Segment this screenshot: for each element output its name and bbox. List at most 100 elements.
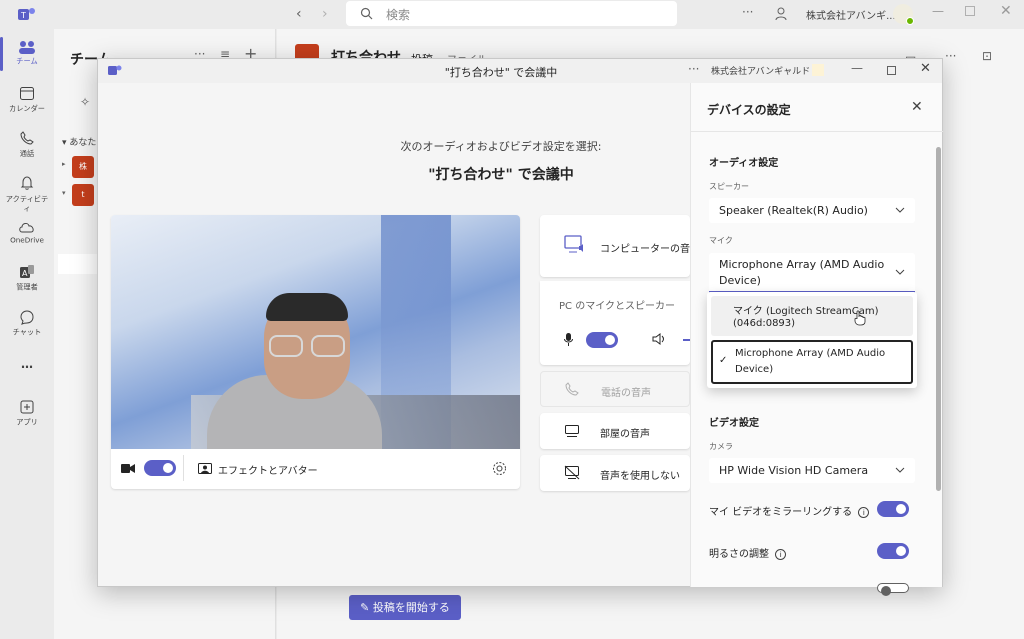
person-settings-icon[interactable] [774,6,790,22]
phone-audio-option[interactable]: 電話の音声 [540,371,690,407]
audio-section-heading: オーディオ設定 [709,158,779,169]
rail-label: アクティビティ [5,195,49,213]
glasses [311,335,345,357]
info-icon[interactable]: i [858,507,870,518]
dialog-more-icon[interactable]: ··· [688,62,699,76]
dialog-close-icon[interactable]: ✕ [920,61,931,76]
mirror-video-toggle[interactable] [877,501,909,517]
speaker-value: Speaker (Realtek(R) Audio) [719,204,868,217]
camera-select[interactable]: HP Wide Vision HD Camera [709,458,915,483]
no-audio-label: 音声を使用しない [600,471,680,482]
speaker-select[interactable]: Speaker (Realtek(R) Audio) [709,198,915,223]
org-name: 株式会社アバンギ... [806,11,896,22]
extra-setting-toggle[interactable] [877,583,909,596]
video-preview-card: エフェクトとアバター [111,215,520,489]
rail-label: OneDrive [10,236,44,245]
forward-arrow-icon[interactable]: › [322,6,328,22]
no-audio-option[interactable]: 音声を使用しない [540,455,690,491]
room-audio-label: 部屋の音声 [600,429,650,440]
info-icon[interactable]: i [775,549,787,560]
pc-mic-speaker-label: PC のマイクとスピーカー [559,301,675,312]
mic-option-line2: Device) [735,364,774,375]
rail-label: アプリ [16,418,38,427]
rail-label: チーム [16,57,38,66]
rail-item-more[interactable]: … [0,357,54,371]
more-icon: … [21,357,33,371]
rail-item-activity[interactable]: アクティビティ [0,175,54,215]
close-window-icon[interactable]: ✕ [1000,3,1012,19]
minimize-icon[interactable]: — [932,4,944,18]
camera-toggle[interactable] [144,460,176,476]
channel-more-icon[interactable]: ··· [945,49,956,63]
apps-icon [20,400,34,414]
svg-text:A: A [22,269,28,278]
mirror-label-text: マイ ビデオをミラーリングする [709,507,853,518]
dialog-minimize-icon[interactable]: — [851,61,863,75]
volume-slider[interactable] [683,339,690,341]
section-label: あなた [69,138,97,148]
brightness-label-text: 明るさの調整 [709,549,769,560]
rail-item-onedrive[interactable]: OneDrive [0,220,54,245]
dialog-org-name: 株式会社アバンギャルド [711,67,811,77]
svg-text:T: T [20,11,26,20]
mic-label: マイク [709,236,733,245]
computer-audio-option[interactable]: コンピューターの音声 [540,215,700,277]
search-input[interactable]: 検索 [346,1,677,26]
avatar[interactable] [893,4,914,25]
divider [691,131,943,132]
panel-scrollbar[interactable] [936,147,941,491]
section-your-teams[interactable]: ▾ あなた [62,135,96,148]
close-panel-icon[interactable]: ✕ [911,99,923,115]
mic-toggle[interactable] [586,332,618,348]
rail-item-chat[interactable]: チャット [0,309,54,338]
side-panel-icon[interactable]: ⊡ [982,49,992,63]
phone-audio-label: 電話の音声 [601,388,651,399]
mic-dropdown-list: マイク (Logitech StreamCam) (046d:0893) ✓ M… [707,292,917,388]
rail-item-apps[interactable]: アプリ [0,399,54,428]
more-options-icon[interactable]: ··· [742,5,753,19]
checkmark-icon: ✓ [719,355,728,366]
search-icon [360,7,373,20]
glasses [269,335,303,357]
cloud-icon [19,223,34,233]
back-arrow-icon[interactable]: ‹ [296,6,302,22]
mic-option[interactable]: マイク (Logitech StreamCam) (046d:0893) [711,296,913,336]
camera-icon [121,464,135,473]
mic-option-selected[interactable]: ✓ Microphone Array (AMD Audio Device) [711,340,913,384]
pc-audio-panel: PC のマイクとスピーカー [540,281,690,365]
hand-cursor-icon [854,310,866,326]
rail-item-calendar[interactable]: カレンダー [0,85,54,114]
bell-icon [20,176,34,190]
rail-item-calls[interactable]: 通話 [0,130,54,159]
dialog-maximize-icon[interactable] [887,66,896,75]
mic-select[interactable]: Microphone Array (AMD Audio Device) [709,253,915,293]
mic-value-line2: Device) [719,274,761,287]
discover-icon[interactable]: ✧ [80,95,90,109]
effects-label[interactable]: エフェクトとアバター [218,462,318,477]
settings-gear-icon[interactable] [492,461,507,476]
device-settings-panel: デバイスの設定 ✕ オーディオ設定 スピーカー Speaker (Realtek… [690,83,943,596]
collapse-icon[interactable]: ▾ [62,189,66,197]
room-audio-option[interactable]: 部屋の音声 [540,413,690,449]
compose-icon: ✎ [360,601,373,614]
admin-icon: A [20,265,34,278]
room-audio-icon [565,425,579,437]
app-rail: チーム カレンダー 通話 アクティビティ OneDrive A 管理者 チャット… [0,29,54,639]
brightness-toggle[interactable] [877,543,909,559]
mic-value-line1: Microphone Array (AMD Audio [719,258,885,271]
mic-option-line1: Microphone Array (AMD Audio [735,348,886,359]
rail-label: カレンダー [9,104,45,113]
title-bar: T ‹ › 検索 ··· 株式会社アバンギ... — ✕ [0,0,1024,29]
start-post-button[interactable]: ✎ 投稿を開始する [349,595,461,620]
rail-item-teams[interactable]: チーム [0,40,54,67]
speaker-label: スピーカー [709,182,749,191]
rail-item-admin[interactable]: A 管理者 [0,264,54,293]
expand-icon[interactable]: ▸ [62,160,66,168]
team-avatar[interactable]: 株 [72,156,94,178]
start-post-label: 投稿を開始する [372,601,450,614]
search-placeholder: 検索 [386,8,411,22]
team-avatar[interactable]: t [72,184,94,206]
camera-preview [111,215,520,449]
maximize-icon[interactable] [965,6,975,16]
rail-label: 通話 [19,149,35,158]
